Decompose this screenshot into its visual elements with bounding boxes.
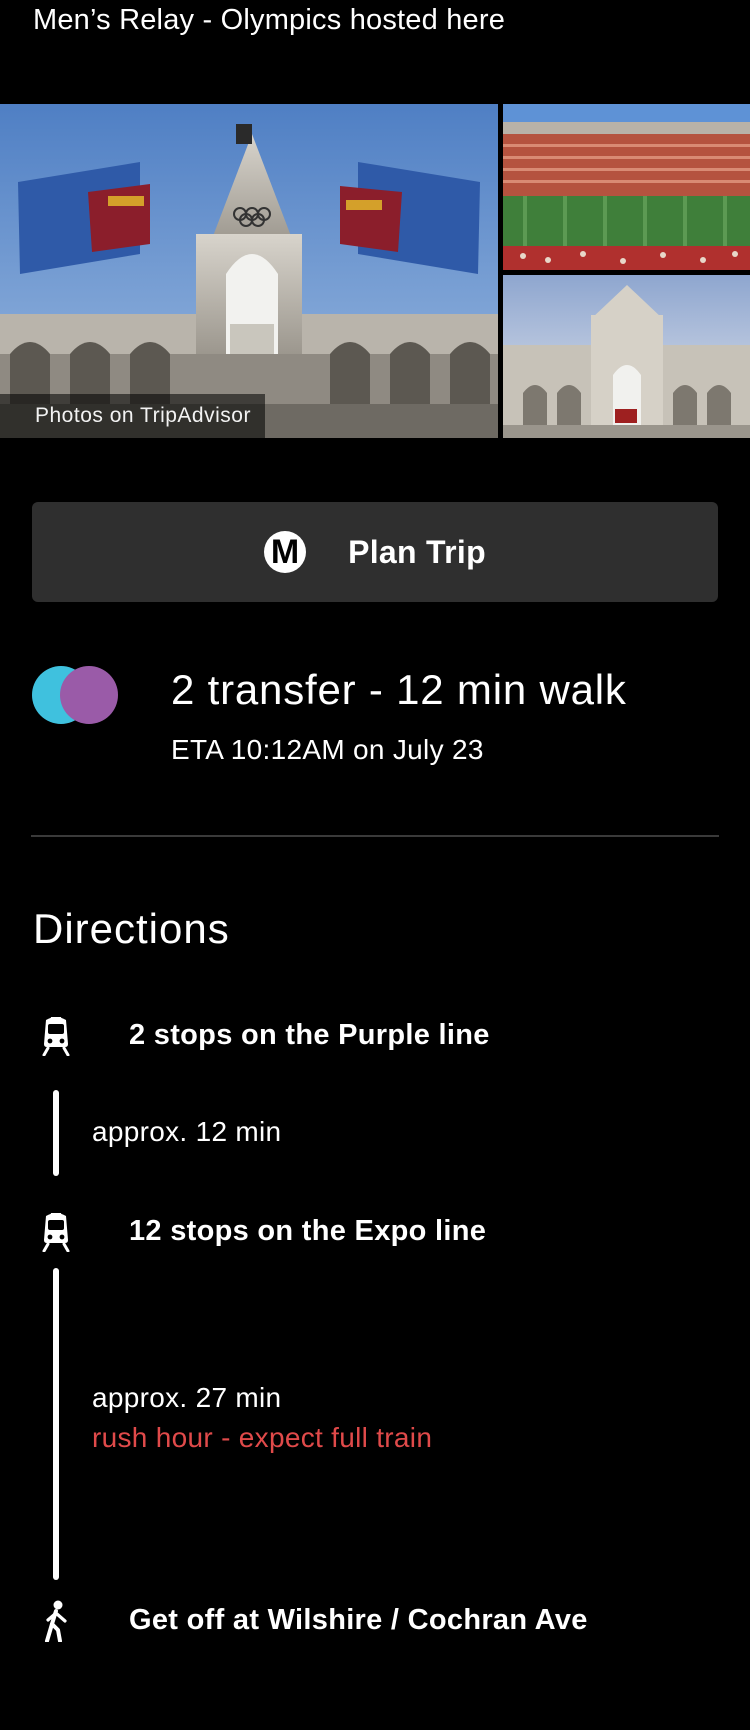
trip-eta: ETA 10:12AM on July 23	[171, 734, 484, 765]
train-icon	[38, 1210, 74, 1252]
step-walk-title: Get off at Wilshire / Cochran Ave	[129, 1604, 588, 1636]
step-expo-line-title: 12 stops on the Expo line	[129, 1215, 487, 1247]
trip-summary-title: 2 transfer - 12 min walk	[171, 666, 627, 713]
train-icon	[38, 1014, 74, 1056]
photo-main-coliseum[interactable]: Photos on TripAdvisor	[0, 104, 498, 438]
step-connector-line	[53, 1090, 59, 1176]
event-title: Men’s Relay - Olympics hosted here	[33, 4, 506, 36]
directions-heading: Directions	[33, 905, 230, 952]
route-lines-indicator	[32, 666, 122, 726]
photo-gallery[interactable]: Photos on TripAdvisor	[0, 104, 750, 438]
photo-stadium-field[interactable]	[503, 104, 750, 270]
step-connector-line	[53, 1268, 59, 1580]
photo-credit-label[interactable]: Photos on TripAdvisor	[0, 394, 265, 438]
rush-hour-warning: rush hour - expect full train	[92, 1422, 433, 1453]
purple-line-dot	[60, 666, 118, 724]
photo-coliseum-exterior[interactable]	[503, 275, 750, 438]
metro-icon: M	[264, 531, 307, 573]
plan-trip-button[interactable]: M Plan Trip	[32, 502, 718, 602]
plan-trip-label: Plan Trip	[348, 533, 486, 570]
walk-icon	[38, 1600, 74, 1642]
step-purple-line-duration: approx. 12 min	[92, 1116, 282, 1147]
step-expo-line-duration: approx. 27 min	[92, 1382, 282, 1413]
step-purple-line-title: 2 stops on the Purple line	[129, 1019, 490, 1051]
divider	[31, 835, 719, 837]
